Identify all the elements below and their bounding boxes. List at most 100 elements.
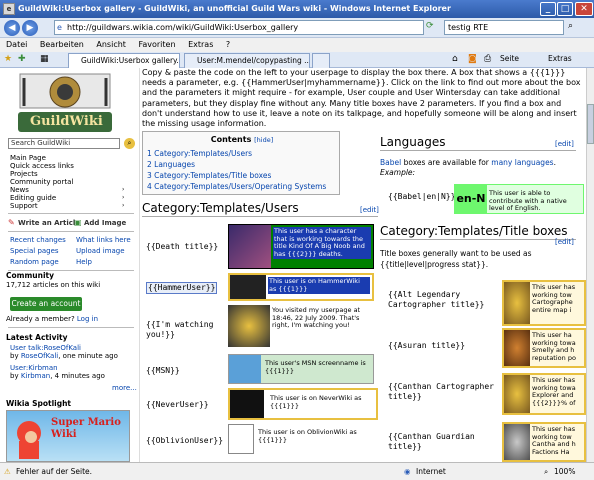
activity-title[interactable]: User talk:RoseOfKali — [10, 344, 81, 352]
menu-extras[interactable]: Extras — [188, 40, 213, 49]
toc-item[interactable]: 2 Languages — [147, 160, 195, 169]
more-activity-link[interactable]: more... — [112, 384, 137, 392]
zoom-level[interactable]: 100% — [554, 463, 575, 480]
hammer-icon — [230, 275, 266, 299]
section-heading-languages: Languages — [380, 135, 576, 151]
live-search-input[interactable]: testig RTE — [444, 20, 564, 35]
tab-copypasting[interactable]: User:M.mendel/copypasting ... — [184, 53, 310, 68]
favorites-star-icon[interactable]: ★ — [4, 54, 12, 64]
random-page-link[interactable]: Random page — [10, 258, 59, 266]
logo-text: GuildWiki — [30, 114, 103, 129]
titlebox-legendary-cartographer: This user has working tow Cartographe en… — [502, 280, 586, 326]
sidebar-divider — [8, 327, 134, 328]
nav-support[interactable]: Support — [10, 202, 38, 210]
menu-bearbeiten[interactable]: Bearbeiten — [40, 40, 84, 49]
wiki-search-button[interactable]: ⌕ — [124, 138, 135, 149]
special-pages-link[interactable]: Special pages — [10, 247, 59, 255]
add-image-icon: ▣ — [74, 218, 82, 227]
activity-user-link[interactable]: RoseOfKali — [21, 352, 58, 360]
guildwiki-logo[interactable]: GuildWiki — [10, 70, 120, 136]
print-icon[interactable]: ⎙ — [484, 54, 491, 64]
forward-button[interactable]: ▶ — [22, 20, 38, 36]
userbox-msn: This user's MSN screenname is {{{1}}} — [228, 354, 374, 384]
toc-item[interactable]: 1 Category:Templates/Users — [147, 149, 252, 158]
userbox-image — [229, 225, 271, 268]
many-languages-link[interactable]: many languages — [491, 158, 553, 167]
wiki-sidebar: GuildWiki Search GuildWiki ⌕ Main Page Q… — [0, 68, 140, 462]
community-count: 17,712 articles on this wiki — [6, 281, 101, 289]
nav-projects[interactable]: Projects — [10, 170, 38, 178]
section-heading-title-boxes: Category:Templates/Title boxes — [380, 224, 576, 240]
editing-expand-icon[interactable]: › — [122, 194, 124, 201]
babel-code-label: en-N — [455, 185, 487, 213]
nav-main-page[interactable]: Main Page — [10, 154, 46, 162]
page-menu[interactable]: Seite — [500, 54, 519, 63]
recent-changes-link[interactable]: Recent changes — [10, 236, 66, 244]
activity-meta: by RoseOfKali, one minute ago — [10, 352, 118, 360]
add-image-link[interactable]: Add Image — [84, 219, 126, 227]
spotlight-banner[interactable]: Super Mario Wiki — [6, 410, 130, 462]
tab-userbox-gallery[interactable]: GuildWiki:Userbox gallery... — [68, 53, 180, 68]
nav-editing-guide[interactable]: Editing guide — [10, 194, 56, 202]
eye-icon — [228, 305, 270, 347]
support-expand-icon[interactable]: › — [122, 202, 124, 209]
help-link[interactable]: Help — [76, 258, 92, 266]
nav-quick-access[interactable]: Quick access links — [10, 162, 74, 170]
menu-bar: Datei Bearbeiten Ansicht Favoriten Extra… — [0, 38, 594, 52]
back-button[interactable]: ◀ — [4, 20, 20, 36]
userbox-never: This user is on NeverWiki as {{{1}}} — [228, 388, 378, 420]
url-field[interactable]: e http://guildwars.wikia.com/wiki/GuildW… — [54, 20, 424, 35]
minimize-button[interactable]: _ — [540, 2, 556, 16]
title-badge-icon — [504, 330, 530, 366]
search-icon[interactable]: ⌕ — [568, 21, 573, 31]
babel-description: This user is able to contribute with a n… — [489, 189, 567, 212]
news-expand-icon[interactable]: › — [122, 186, 124, 193]
login-link[interactable]: Log in — [77, 315, 98, 323]
babel-link[interactable]: Babel — [380, 158, 401, 167]
close-button[interactable]: ✕ — [575, 2, 593, 16]
what-links-here-link[interactable]: What links here — [76, 236, 131, 244]
create-account-button[interactable]: Create an account — [10, 297, 82, 311]
nav-community-portal[interactable]: Community portal — [10, 178, 73, 186]
quick-tabs-icon[interactable]: ▦ — [40, 54, 49, 64]
edit-users-link[interactable]: [edit] — [360, 206, 379, 214]
titlebox-canthan-cartographer: This user has working towa Explorer and … — [502, 373, 586, 415]
title-boxes-text: Title boxes generally want to be used as… — [380, 249, 532, 269]
new-tab-button[interactable] — [312, 53, 330, 68]
status-text[interactable]: Fehler auf der Seite. — [16, 463, 92, 480]
table-of-contents: Contents [hide] 1 Category:Templates/Use… — [142, 131, 340, 195]
toc-item[interactable]: 3 Category:Templates/Title boxes — [147, 171, 271, 180]
spotlight-title: Super Mario Wiki — [51, 417, 121, 440]
spotlight-heading: Wikia Spotlight — [6, 399, 72, 408]
vertical-scrollbar[interactable] — [586, 68, 594, 462]
babel-box: en-N This user is able to contribute wit… — [454, 184, 584, 214]
menu-ansicht[interactable]: Ansicht — [96, 40, 126, 49]
refresh-icon[interactable]: ⟳ — [426, 21, 434, 31]
menu-help[interactable]: ? — [226, 40, 230, 49]
scrollbar-thumb[interactable] — [587, 104, 594, 144]
tools-menu[interactable]: Extras — [548, 54, 572, 63]
edit-languages-link[interactable]: [edit] — [555, 140, 574, 148]
example-label: Example: — [380, 168, 416, 177]
activity-user-link[interactable]: Kirbman — [21, 372, 50, 380]
add-favorite-icon[interactable]: ✚ — [18, 54, 26, 64]
warning-icon[interactable]: ⚠ — [4, 463, 11, 480]
menu-datei[interactable]: Datei — [6, 40, 27, 49]
upload-image-link[interactable]: Upload image — [76, 247, 125, 255]
write-article-link[interactable]: Write an Article — [18, 219, 80, 227]
titlebox-code: {{Alt Legendary Cartographer title}} — [388, 290, 485, 309]
activity-title[interactable]: User:Kirbman — [10, 364, 58, 372]
wiki-search-input[interactable]: Search GuildWiki — [8, 138, 120, 149]
titlebox-code: {{Canthan Guardian title}} — [388, 432, 475, 451]
userbox-death-title: This user has a character that is workin… — [228, 224, 374, 269]
menu-favoriten[interactable]: Favoriten — [138, 40, 175, 49]
toc-item[interactable]: 4 Category:Templates/Users/Operating Sys… — [147, 182, 326, 191]
feeds-icon[interactable]: ◙ — [468, 54, 477, 64]
oblivion-icon — [228, 424, 254, 454]
nav-news[interactable]: News — [10, 186, 29, 194]
edit-titles-link[interactable]: [edit] — [555, 238, 574, 246]
toc-hide-link[interactable]: [hide] — [254, 136, 273, 144]
titlebox-canthan-guardian: This user has working tow Cantha and h F… — [502, 422, 586, 462]
maximize-button[interactable]: □ — [557, 2, 573, 16]
home-icon[interactable]: ⌂ — [452, 54, 458, 64]
